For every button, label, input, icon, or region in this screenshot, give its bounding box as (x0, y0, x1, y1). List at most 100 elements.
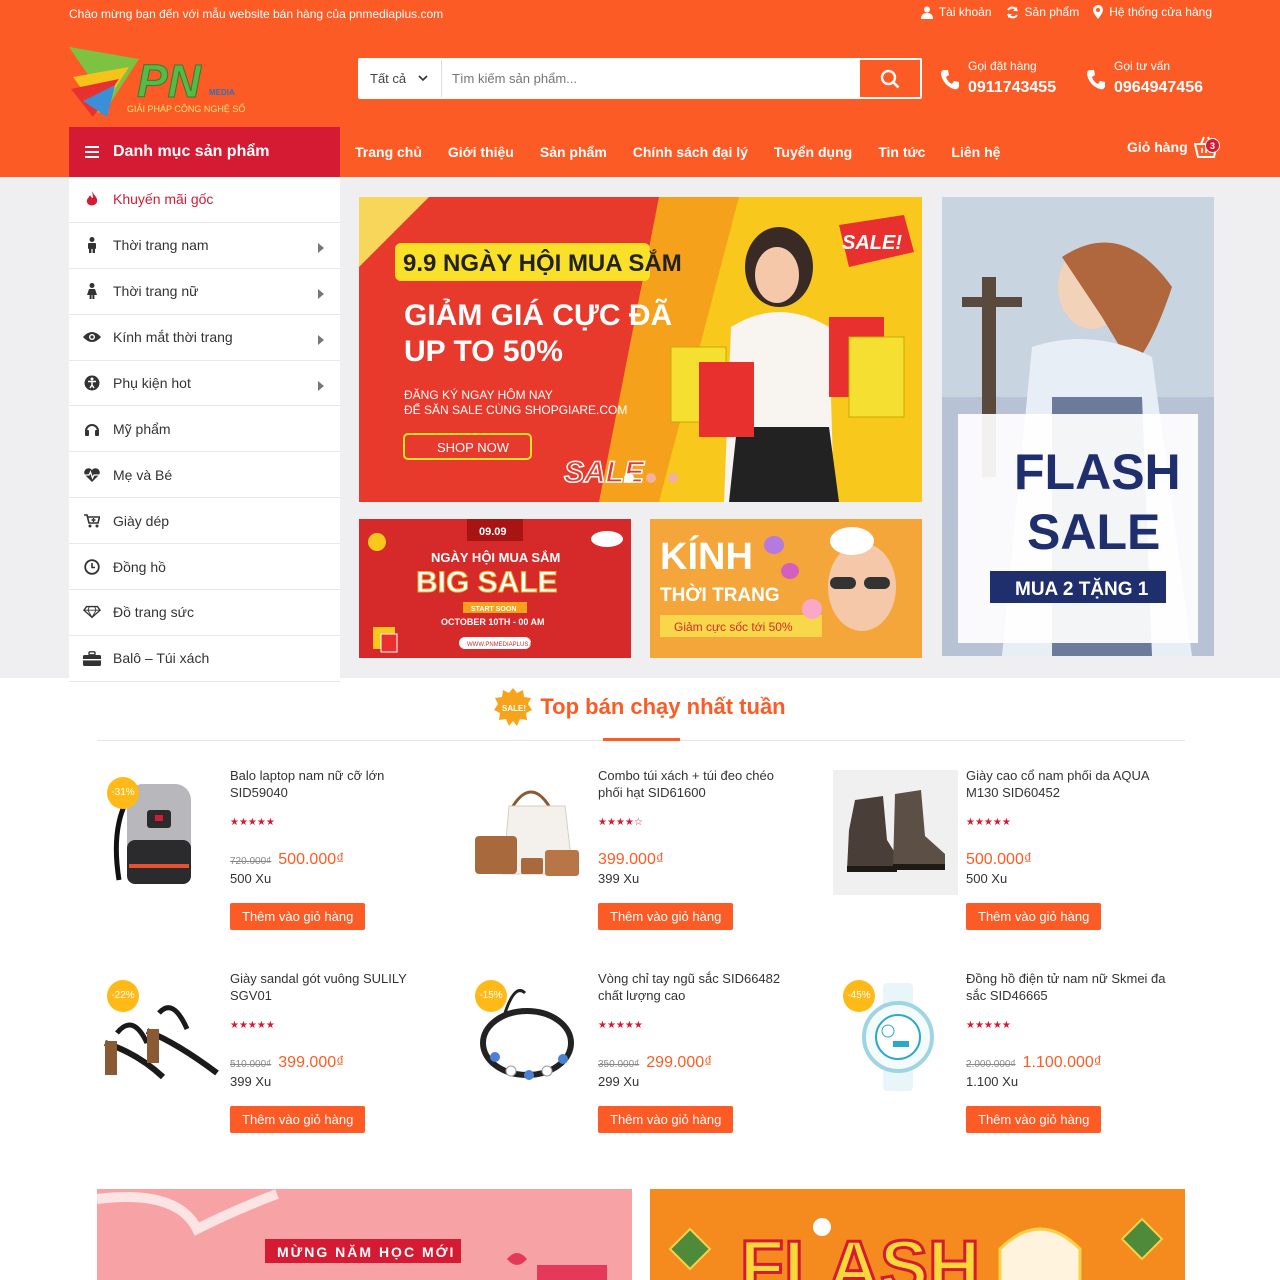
reward-points: 399 Xu (598, 871, 640, 886)
eye-icon (83, 331, 101, 343)
product-card: -31% Balo laptop nam nữ cỡ lớn SID59040 ★★… (97, 758, 457, 948)
sidebar-item[interactable]: Đồ trang sức (69, 590, 340, 636)
section-underline (603, 738, 680, 741)
svg-text:GIẢI PHÁP CÔNG NGHỆ SỐ: GIẢI PHÁP CÔNG NGHỆ SỐ (127, 103, 245, 114)
male-icon (83, 237, 101, 254)
old-price: 350.000₫ (598, 1059, 640, 1070)
rating-stars: ★★★★★ (230, 1020, 275, 1031)
category-menu-toggle[interactable]: Danh mục sản phẩm (69, 127, 340, 177)
sidebar-item[interactable]: Mỹ phẩm (69, 406, 340, 453)
sidebar-item[interactable]: Giày dép (69, 498, 340, 545)
sidebar-item[interactable]: Đồng hồ (69, 544, 340, 591)
current-price: 399.000₫ (278, 1054, 345, 1071)
hamburger-icon (85, 146, 99, 158)
add-to-cart-button[interactable]: Thêm vào giỏ hàng (230, 1106, 366, 1133)
add-to-cart-button[interactable]: Thêm vào giỏ hàng (598, 903, 734, 930)
category-menu-title: Danh mục sản phẩm (113, 143, 270, 160)
site-logo[interactable]: PN MEDIA GIẢI PHÁP CÔNG NGHỆ SỐ (69, 45, 245, 119)
search-button[interactable] (860, 60, 920, 97)
sidebar-item[interactable]: Balô – Túi xách (69, 636, 340, 682)
product-name[interactable]: Balo laptop nam nữ cỡ lớn SID59040 (230, 767, 430, 801)
discount-badge: -45% (843, 980, 875, 1012)
school-promo-banner[interactable]: MỪNG NĂM HỌC MỚI (97, 1189, 632, 1280)
product-name[interactable]: Giày sandal gót vuông SULILY SGV01 (230, 970, 430, 1004)
account-label: Tài khoản (938, 5, 992, 19)
current-price: 1.100.000₫ (1022, 1054, 1103, 1071)
add-to-cart-button[interactable]: Thêm vào giỏ hàng (598, 1106, 734, 1133)
user-icon (920, 6, 933, 19)
headphones-icon (83, 422, 101, 436)
svg-text:WWW.PNMEDIAPLUS.COM: WWW.PNMEDIAPLUS.COM (467, 642, 544, 648)
phone-icon (941, 70, 959, 90)
flash-promo-banner[interactable]: FLASH (650, 1189, 1185, 1280)
product-name[interactable]: Vòng chỉ tay ngũ sắc SID66482 chất lượng… (598, 970, 798, 1004)
reward-points: 299 Xu (598, 1074, 640, 1089)
boots-image[interactable] (833, 770, 958, 895)
nav-item-products[interactable]: Sản phẩm (540, 144, 607, 160)
cart-link[interactable]: Giỏ hàng 3 (1127, 136, 1220, 158)
svg-text:UP TO 50%: UP TO 50% (404, 335, 563, 368)
main-banner[interactable]: 9.9 NGÀY HỘI MUA SẮM GIẢM GIÁ CỰC ĐÃ UP … (359, 197, 922, 502)
sidebar-item-label: Đồng hồ (113, 558, 166, 575)
product-card: -22% Giày sandal gót vuông SULILY SGV01 ★★… (97, 961, 457, 1151)
search-category-select[interactable]: Tất cả (360, 60, 442, 97)
price-row: 500.000₫ (966, 851, 1032, 869)
nav-item-home[interactable]: Trang chủ (355, 144, 422, 160)
product-name[interactable]: Giày cao cổ nam phối da AQUA M130 SID604… (966, 767, 1166, 801)
add-to-cart-button[interactable]: Thêm vào giỏ hàng (966, 1106, 1102, 1133)
search-bar: Tất cả (358, 58, 922, 99)
rating-stars: ★★★★★ (230, 817, 275, 828)
price-row: 510.000₫ 399.000₫ (230, 1054, 344, 1072)
search-input[interactable] (442, 60, 860, 97)
discount-badge: -31% (107, 777, 139, 809)
sidebar-item-label: Mỹ phẩm (113, 420, 171, 437)
nav-item-about[interactable]: Giới thiệu (448, 144, 514, 160)
nav-item-news[interactable]: Tin tức (878, 144, 925, 160)
hotline-consult[interactable]: Gọi tư vấn 0964947456 (1086, 59, 1203, 97)
flash-sale-banner[interactable]: FLASH SALE MUA 2 TẶNG 1 (942, 197, 1214, 656)
hotline-order-number: 0911743455 (968, 79, 1057, 96)
svg-text:FLASH: FLASH (1014, 444, 1181, 500)
reward-points: 500 Xu (230, 871, 272, 886)
search-icon (880, 69, 900, 88)
eyewear-banner[interactable]: KÍNH THỜI TRANG Giảm cực sốc tới 50% (650, 519, 922, 658)
nav-item-agency-policy[interactable]: Chính sách đại lý (633, 144, 748, 160)
products-label: Sản phẩm (1024, 5, 1080, 19)
sidebar-item-label: Phụ kiện hot (113, 375, 191, 391)
product-name[interactable]: Combo túi xách + túi đeo chéo phối hạt S… (598, 767, 798, 801)
hotline-consult-number: 0964947456 (1114, 79, 1203, 96)
search-category-value: Tất cả (370, 71, 407, 86)
account-link[interactable]: Tài khoản (920, 5, 992, 19)
add-to-cart-button[interactable]: Thêm vào giỏ hàng (966, 903, 1102, 930)
discount-badge: -15% (475, 980, 507, 1012)
current-price: 399.000₫ (598, 851, 665, 868)
svg-text:SALE: SALE (564, 456, 645, 489)
sidebar-item[interactable]: Mẹ và Bé (69, 452, 340, 499)
handbag-image[interactable] (465, 770, 590, 895)
product-name[interactable]: Đồng hồ điện tử nam nữ Skmei đa sắc SID4… (966, 970, 1166, 1004)
category-sidebar: Khuyến mãi gốc Thời trang nam Thời trang n… (69, 177, 340, 682)
rating-stars: ★★★★★ (966, 1020, 1011, 1031)
fire-icon (83, 191, 101, 207)
sidebar-item-label: Đồ trang sức (113, 604, 194, 621)
sidebar-item[interactable]: Phụ kiện hot (69, 361, 340, 407)
sidebar-item[interactable]: Khuyến mãi gốc (69, 177, 340, 223)
reward-points: 500 Xu (966, 871, 1008, 886)
nav-item-contact[interactable]: Liên hệ (951, 144, 1000, 160)
rating-stars: ★★★★★ (598, 1020, 643, 1031)
sidebar-item[interactable]: Thời trang nữ (69, 269, 340, 315)
price-row: 399.000₫ (598, 851, 664, 869)
add-to-cart-button[interactable]: Thêm vào giỏ hàng (230, 903, 366, 930)
discount-badge: -22% (107, 980, 139, 1012)
sale-badge-icon: SALE! (494, 688, 533, 726)
hotline-order[interactable]: Gọi đặt hàng 0911743455 (940, 59, 1056, 97)
svg-text:MUA 2 TẶNG 1: MUA 2 TẶNG 1 (1015, 578, 1149, 600)
big-sale-banner[interactable]: 09.09 NGÀY HỘI MUA SẮM BIG SALE START SO… (359, 519, 631, 658)
sidebar-item[interactable]: Kính mắt thời trang (69, 315, 340, 361)
stores-link[interactable]: Hệ thống cửa hàng (1093, 5, 1212, 19)
products-link[interactable]: Sản phẩm (1006, 5, 1080, 19)
hotline-consult-label: Gọi tư vấn (1114, 59, 1171, 73)
nav-item-careers[interactable]: Tuyển dụng (774, 144, 852, 160)
sidebar-item[interactable]: Thời trang nam (69, 223, 340, 269)
sidebar-item-label: Giày dép (113, 512, 170, 529)
